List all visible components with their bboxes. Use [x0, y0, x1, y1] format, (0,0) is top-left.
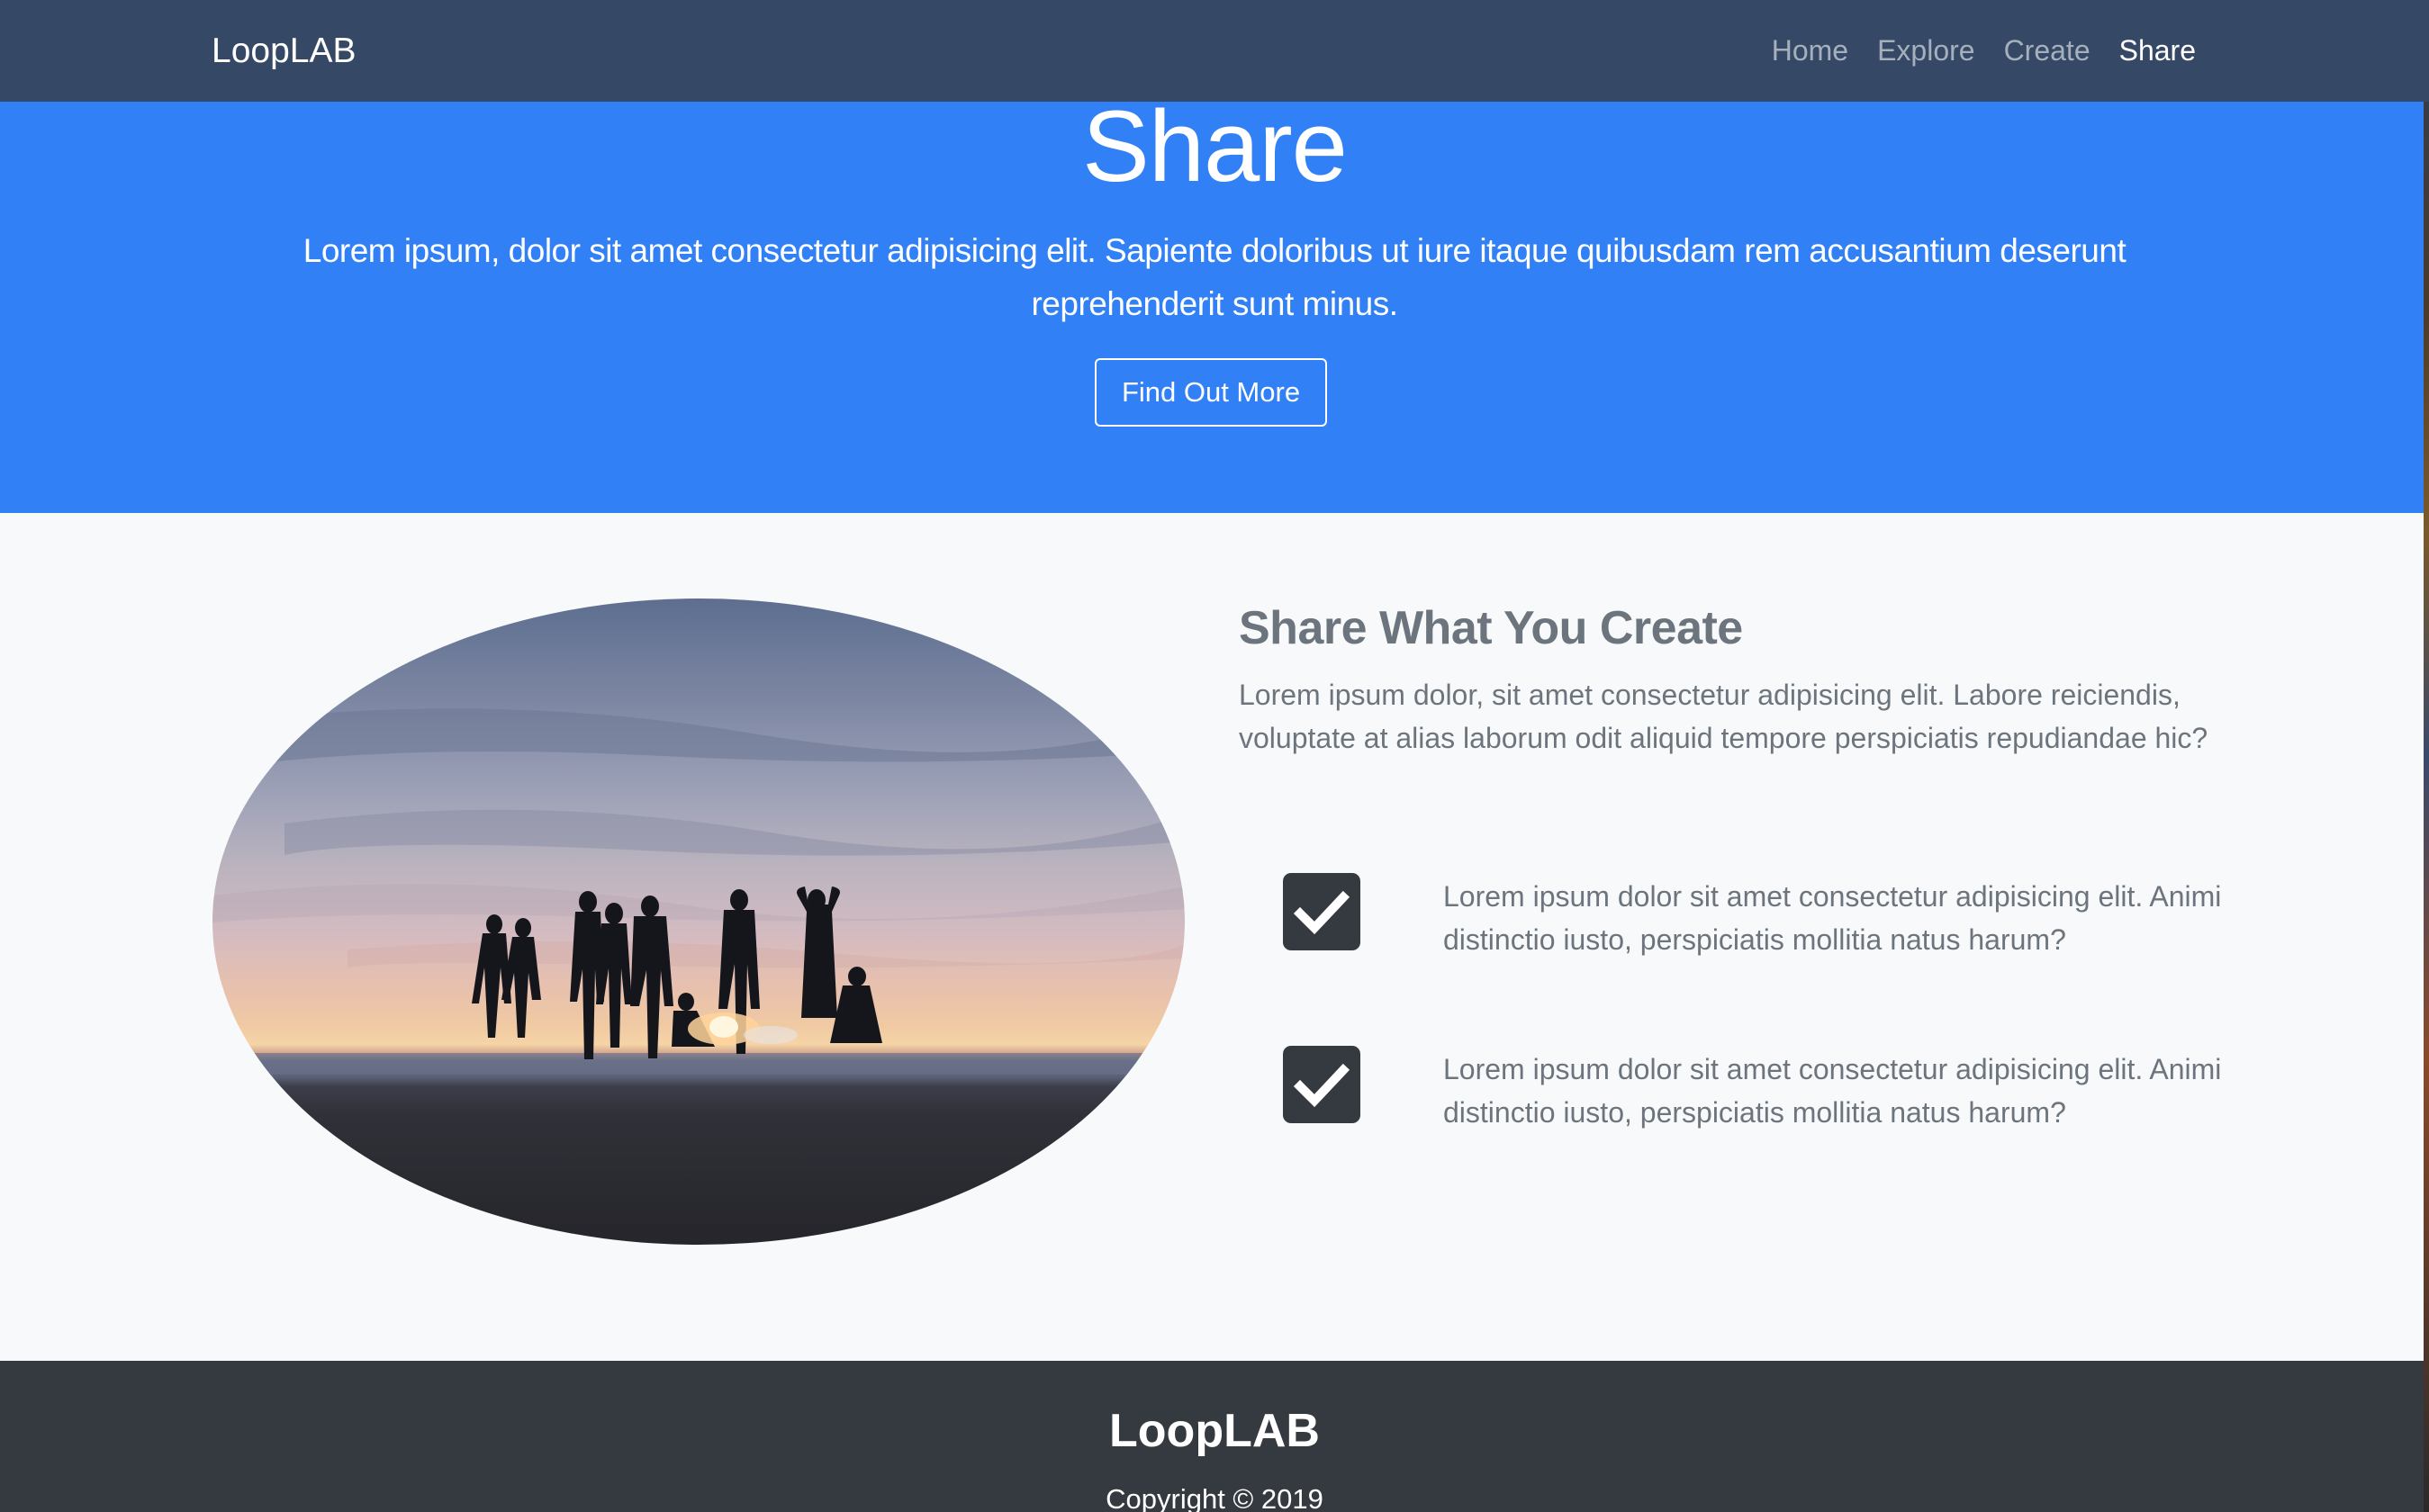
navbar-brand[interactable]: LoopLAB: [212, 0, 356, 102]
find-out-more-button[interactable]: Find Out More: [1095, 358, 1327, 427]
check-square-icon: [1283, 873, 1360, 950]
feature-text: Lorem ipsum dolor, sit amet consectetur …: [1239, 679, 2208, 754]
feature-section: Share What You Create Lorem ipsum dolor,…: [0, 513, 2429, 1361]
feature-list-item-text: Lorem ipsum dolor sit amet consectetur a…: [1443, 880, 2222, 956]
campfire-beach-photo: [212, 598, 1185, 1245]
feature-list-item: Lorem ipsum dolor sit amet consectetur a…: [1239, 1046, 2229, 1136]
hero-text: Lorem ipsum, dolor sit amet consectetur …: [302, 232, 2127, 322]
nav-link-create[interactable]: Create: [2004, 34, 2090, 68]
hero-section: Share Lorem ipsum, dolor sit amet consec…: [0, 96, 2429, 513]
checkmark-icon: [1293, 890, 1350, 935]
footer-copyright: Copyright © 2019: [1106, 1483, 1323, 1512]
footer-brand: LoopLAB: [1109, 1405, 1320, 1457]
feature-title: Share What You Create: [1239, 602, 1743, 654]
background-window-edge: [2424, 0, 2429, 1512]
nav-links: Home Explore Create Share: [1743, 0, 2196, 102]
nav-link-explore[interactable]: Explore: [1877, 34, 1975, 68]
check-square-icon: [1283, 1046, 1360, 1123]
hero-title: Share: [1082, 90, 1348, 202]
checkmark-icon: [1293, 1063, 1350, 1108]
page: LoopLAB Home Explore Create Share Share …: [0, 0, 2429, 1512]
feature-list-item-text: Lorem ipsum dolor sit amet consectetur a…: [1443, 1053, 2222, 1129]
feature-list-item: Lorem ipsum dolor sit amet consectetur a…: [1239, 873, 2229, 963]
nav-link-home[interactable]: Home: [1772, 34, 1848, 68]
nav-link-share[interactable]: Share: [2119, 34, 2196, 68]
campfire-silhouettes: [212, 708, 1185, 1075]
footer: LoopLAB Copyright © 2019: [0, 1361, 2429, 1512]
navbar: LoopLAB Home Explore Create Share: [0, 0, 2429, 102]
